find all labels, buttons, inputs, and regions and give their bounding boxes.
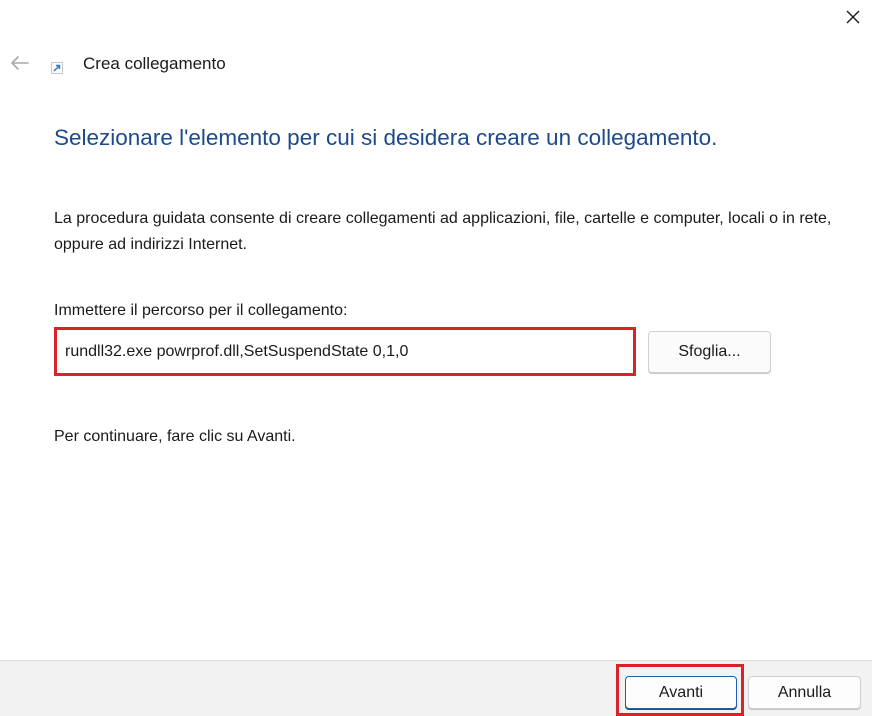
wizard-title: Crea collegamento: [83, 54, 226, 73]
browse-button[interactable]: Sfoglia...: [648, 331, 771, 373]
next-button[interactable]: Avanti: [625, 676, 737, 709]
continue-instruction: Per continuare, fare clic su Avanti.: [54, 428, 296, 445]
close-icon: [846, 10, 860, 24]
path-input[interactable]: [54, 327, 636, 376]
path-label: Immettere il percorso per il collegament…: [54, 302, 348, 319]
close-button[interactable]: [834, 0, 872, 34]
back-button[interactable]: [6, 50, 32, 76]
description-text: La procedura guidata consente di creare …: [54, 210, 832, 253]
page-heading: Selezionare l'elemento per cui si deside…: [54, 125, 718, 150]
create-shortcut-dialog: Crea collegamento Selezionare l'elemento…: [0, 0, 872, 716]
cancel-button[interactable]: Annulla: [748, 676, 861, 709]
back-arrow-icon: [11, 56, 29, 70]
shortcut-icon: [51, 62, 63, 74]
